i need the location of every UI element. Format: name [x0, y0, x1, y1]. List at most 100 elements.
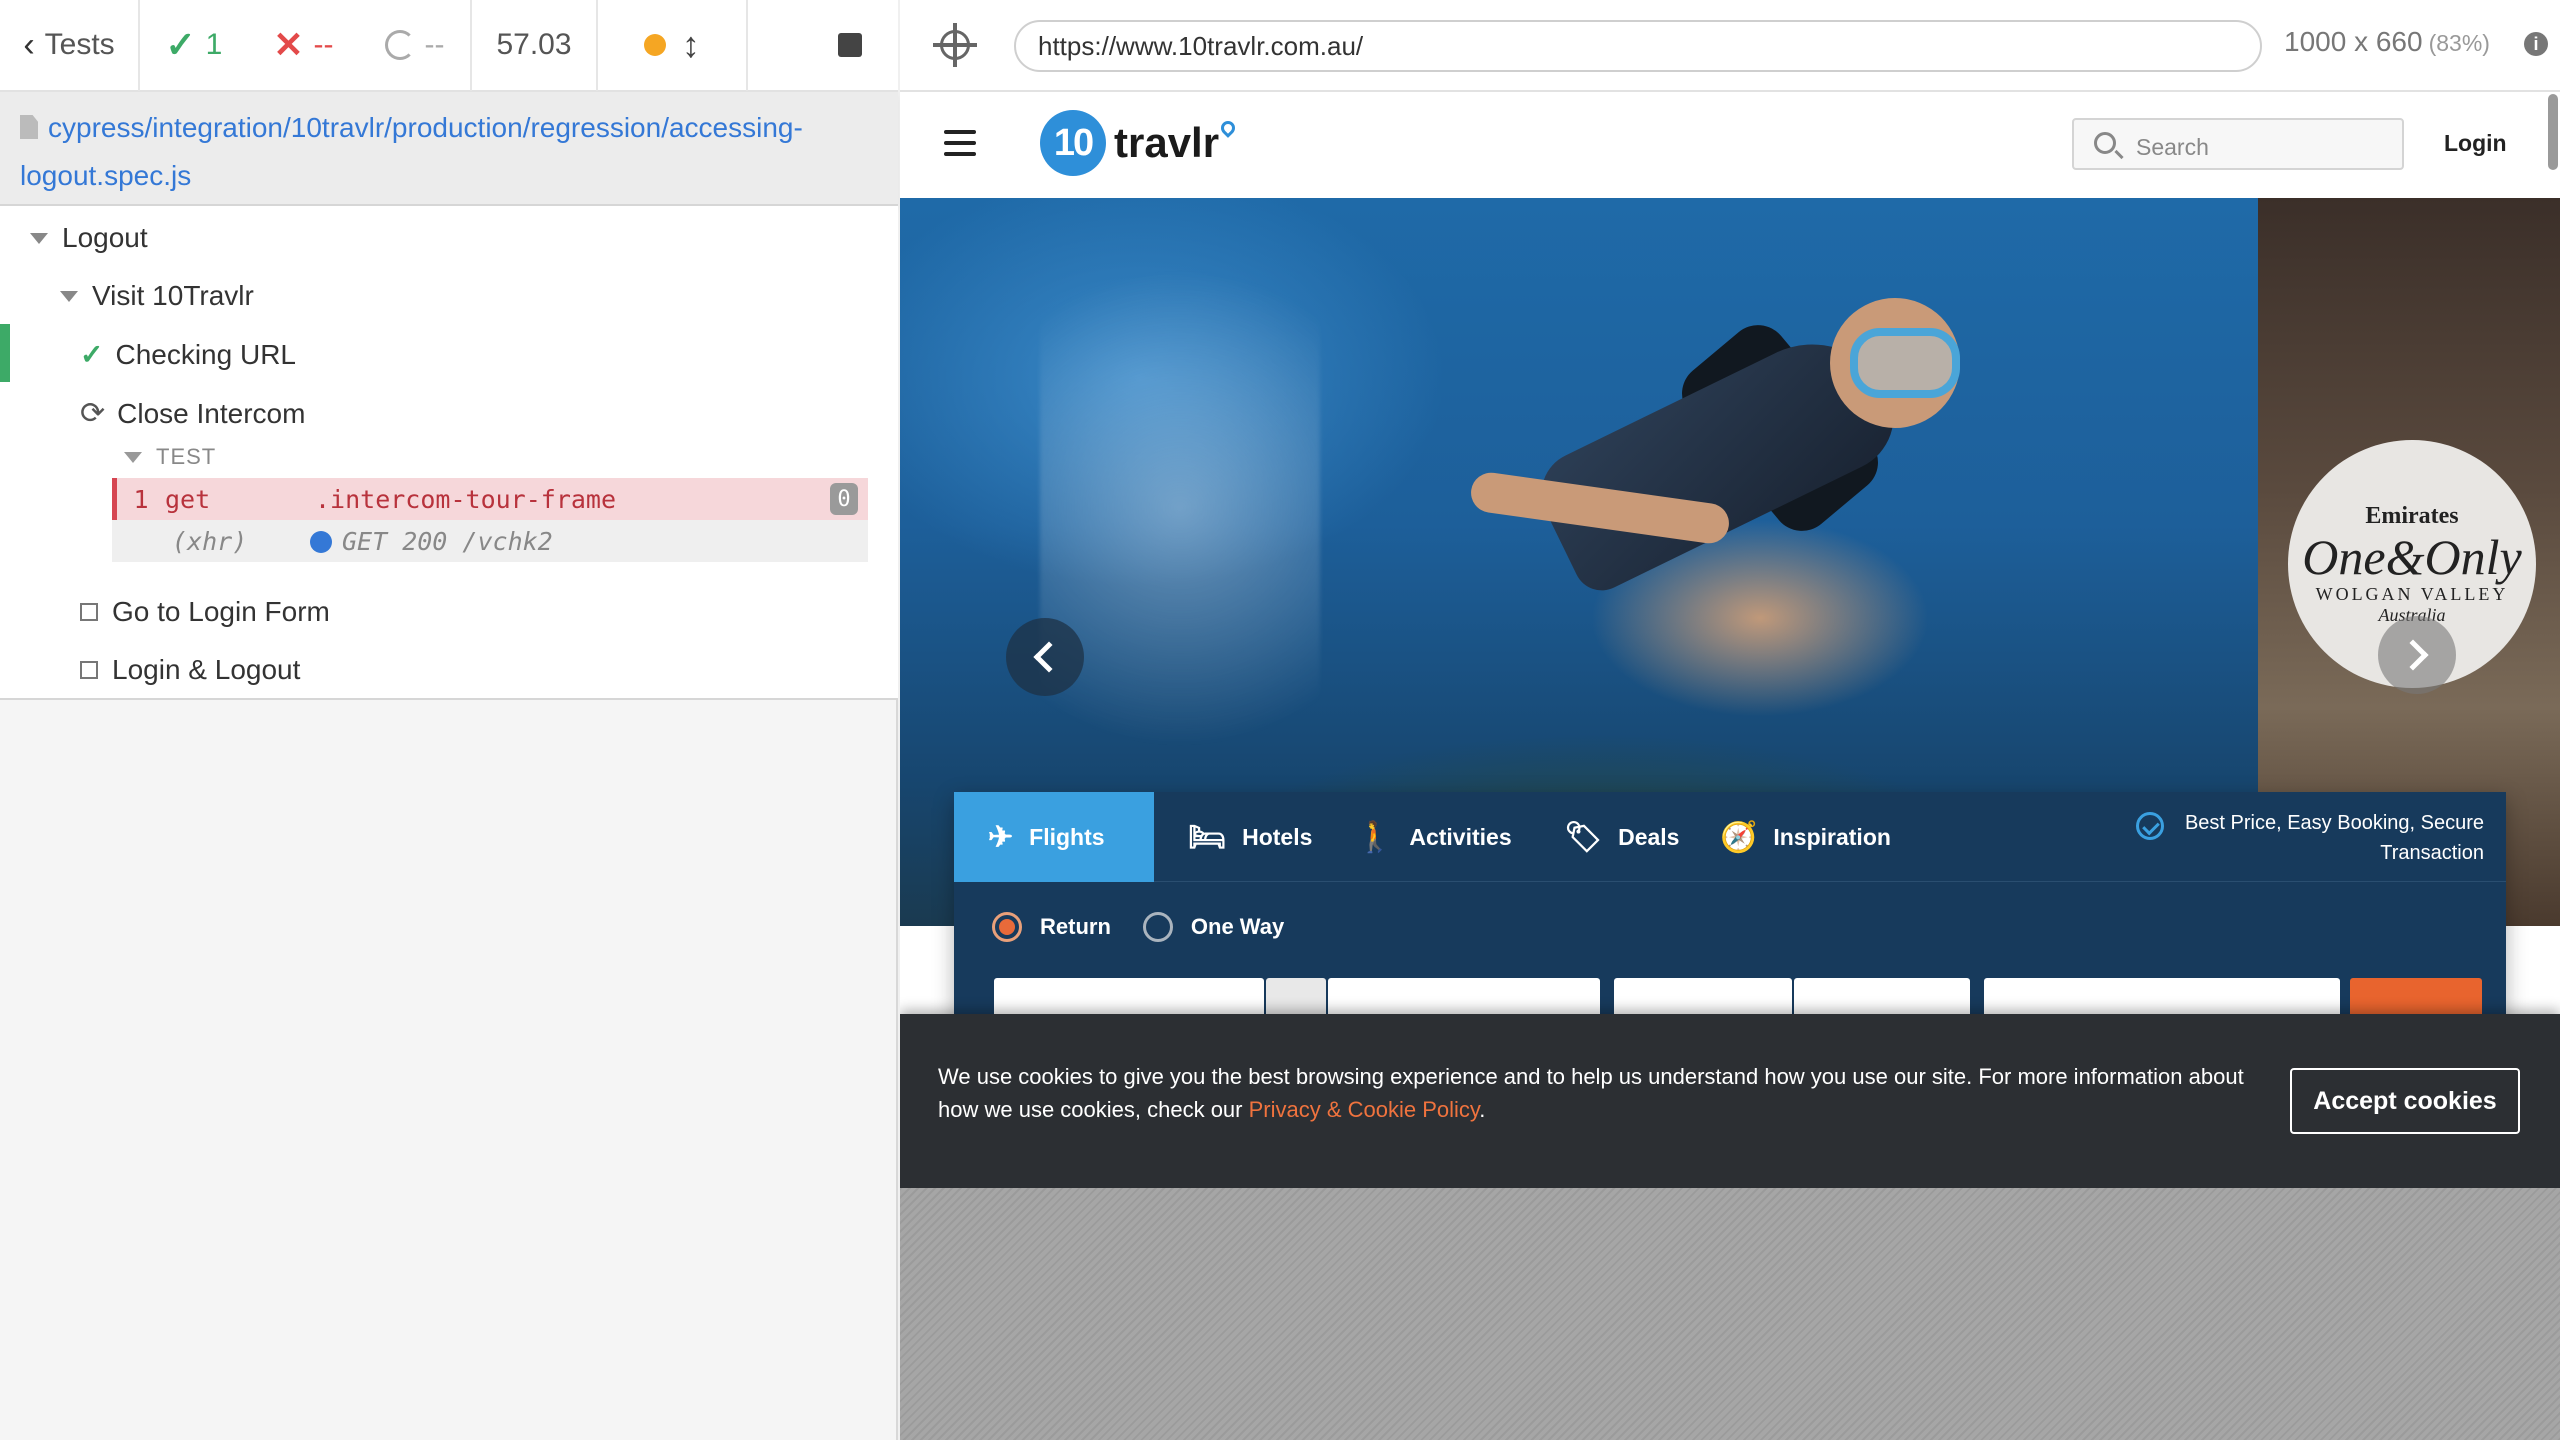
test-title: Go to Login Form — [112, 596, 330, 627]
hero-bubbles — [1040, 198, 1320, 818]
tab-hotels[interactable]: 🛏 Hotels — [1154, 792, 1346, 882]
runnables-list: Logout Visit 10Travlr ✓ Checking URL ⟳ C… — [0, 206, 898, 700]
tab-label: Deals — [1618, 823, 1680, 850]
stop-control — [748, 0, 898, 91]
site-logo[interactable]: 10 travlr — [1040, 110, 1238, 176]
xhr-message: GET 200 /vchk2 — [342, 526, 553, 556]
tab-label: Flights — [1029, 823, 1105, 850]
url-display[interactable]: https://www.10travlr.com.au/ — [1014, 20, 2262, 72]
cookie-text-end: . — [1479, 1097, 1486, 1122]
selector-playground-icon[interactable] — [933, 23, 977, 67]
caret-down-icon — [30, 232, 48, 244]
logo-badge: 10 — [1040, 110, 1106, 176]
promo-line: One&Only — [2302, 528, 2522, 585]
test-title: Close Intercom — [117, 397, 306, 429]
stop-icon[interactable] — [838, 33, 862, 57]
refresh-icon: ⟳ — [80, 397, 106, 430]
failed-count: ✕ -- — [273, 24, 333, 66]
passed-count: ✓ 1 — [166, 24, 223, 66]
hero-image-diver — [1460, 288, 1960, 600]
bed-icon: 🛏 — [1188, 820, 1227, 854]
viewport-size: 1000 x 660 — [2284, 26, 2423, 57]
caret-down-icon — [124, 451, 142, 463]
scrollbar-thumb[interactable] — [2548, 94, 2558, 170]
xhr-status-icon — [310, 530, 332, 553]
suite-visit[interactable]: Visit 10Travlr — [60, 280, 254, 312]
cookie-banner: We use cookies to give you the best brow… — [900, 1014, 2560, 1188]
element-count-badge: 0 — [830, 483, 858, 515]
hook-label: TEST — [156, 444, 217, 469]
spinner-icon — [384, 30, 415, 60]
promo-line: Emirates — [2365, 502, 2459, 529]
command-get[interactable]: 1 get .intercom-tour-frame 0 — [112, 478, 868, 520]
info-icon[interactable]: i — [2524, 32, 2548, 56]
chevron-left-icon: ‹ — [23, 25, 35, 64]
reporter-panel: ‹ Tests ✓ 1 ✕ -- -- 57.03 ↕ cypress/inte… — [0, 0, 898, 1440]
tab-activities[interactable]: 🚶 Activities — [1322, 792, 1546, 882]
command-number: 1 — [133, 484, 149, 514]
site-header: 10 travlr Search Login — [900, 92, 2560, 198]
tab-inspiration[interactable]: 🧭 Inspiration — [1686, 792, 1925, 882]
login-link[interactable]: Login — [2444, 130, 2507, 157]
command-message: .intercom-tour-frame — [315, 484, 617, 514]
passed-indicator — [0, 324, 10, 382]
viewport-info: 1000 x 660 (83%) — [2284, 26, 2490, 58]
pending-box-icon — [80, 603, 98, 621]
search-placeholder: Search — [2136, 134, 2209, 160]
radio-label-return: Return — [1040, 914, 1111, 939]
test-title: Login & Logout — [112, 654, 301, 685]
radio-label-one-way: One Way — [1190, 914, 1285, 939]
carousel-prev-button[interactable] — [1006, 618, 1084, 696]
radio-one-way[interactable] — [1142, 912, 1173, 942]
chevron-left-icon — [1033, 641, 1065, 673]
plane-icon: ✈ — [988, 820, 1014, 854]
command-name: (xhr) — [172, 526, 248, 556]
x-icon: ✕ — [273, 24, 304, 65]
cookie-text: We use cookies to give you the best brow… — [938, 1064, 2244, 1122]
cookie-message: We use cookies to give you the best brow… — [938, 1060, 2258, 1126]
trust-message: Best Price, Easy Booking, Secure Transac… — [2184, 812, 2484, 864]
suite-logout[interactable]: Logout — [30, 222, 148, 254]
command-message: GET 200 /vchk2 — [310, 527, 868, 556]
accept-cookies-button[interactable]: Accept cookies — [2290, 1068, 2520, 1134]
spec-path[interactable]: cypress/integration/10travlr/production/… — [20, 104, 878, 200]
auto-scroll-toggle-icon[interactable]: ↕ — [682, 27, 700, 63]
command-name: get — [165, 484, 211, 514]
hamburger-menu-icon[interactable] — [944, 130, 976, 163]
tab-label: Activities — [1409, 823, 1512, 850]
hook-test[interactable]: TEST — [124, 444, 216, 470]
booking-tabs: ✈ Flights 🛏 Hotels 🚶 Activities 🏷 Deals — [954, 792, 2506, 882]
test-go-to-login[interactable]: Go to Login Form — [80, 596, 330, 628]
test-title: Checking URL — [115, 338, 296, 370]
cypress-runner: ‹ Tests ✓ 1 ✕ -- -- 57.03 ↕ cypress/inte… — [0, 0, 2560, 1440]
test-checking-url[interactable]: ✓ Checking URL — [80, 338, 296, 371]
spec-header: cypress/integration/10travlr/production/… — [0, 92, 898, 206]
failed-number: -- — [313, 28, 334, 61]
test-close-intercom[interactable]: ⟳ Close Intercom — [80, 396, 305, 431]
promo-line: WOLGAN VALLEY — [2315, 583, 2509, 604]
passed-number: 1 — [205, 28, 223, 61]
tab-flights[interactable]: ✈ Flights — [954, 792, 1154, 882]
pending-number: -- — [424, 28, 445, 61]
pending-count: -- — [384, 28, 445, 62]
walking-icon: 🚶 — [1356, 820, 1394, 854]
test-login-logout[interactable]: Login & Logout — [80, 654, 300, 686]
spec-path-text: cypress/integration/10travlr/production/… — [20, 112, 803, 191]
running-indicator-icon — [644, 34, 666, 56]
site-search-input[interactable]: Search — [2072, 118, 2404, 170]
duration: 57.03 — [472, 0, 598, 91]
privacy-policy-link[interactable]: Privacy & Cookie Policy — [1249, 1097, 1480, 1122]
compass-icon: 🧭 — [1720, 820, 1758, 854]
chevron-right-icon — [2397, 639, 2429, 671]
suite-title: Logout — [62, 222, 148, 253]
command-xhr[interactable]: (xhr) GET 200 /vchk2 — [112, 520, 868, 562]
file-icon — [20, 115, 38, 139]
stats-counts: ✓ 1 ✕ -- -- — [140, 0, 472, 91]
location-pin-icon — [1218, 118, 1238, 138]
app-iframe: 10 travlr Search Login Emirates One&Only… — [900, 92, 2560, 1188]
tab-label: Inspiration — [1773, 823, 1891, 850]
tests-button[interactable]: ‹ Tests — [0, 0, 140, 91]
radio-return[interactable] — [992, 912, 1022, 942]
carousel-next-button[interactable] — [2378, 616, 2456, 694]
pending-box-icon — [80, 661, 98, 679]
